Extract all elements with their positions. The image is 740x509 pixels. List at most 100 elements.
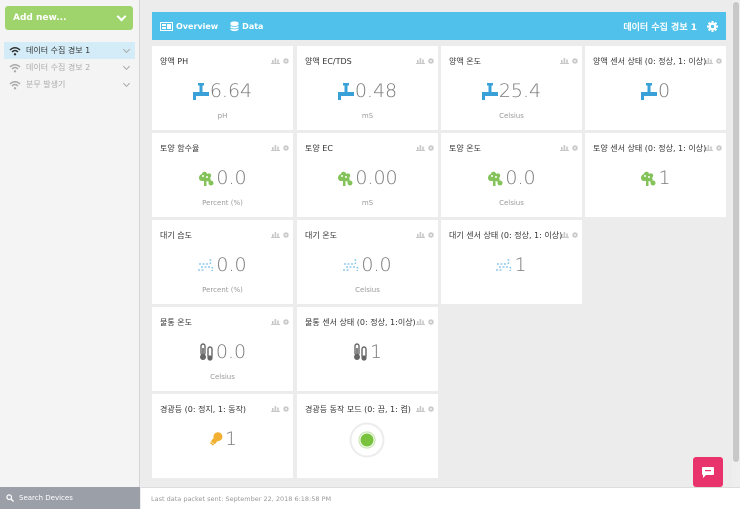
tile-value: 6.64 [209,80,253,102]
bar-chart-icon[interactable] [416,310,425,329]
bar-chart-icon[interactable] [416,397,425,416]
device-label: 데이터 수집 경보 2 [26,63,91,72]
widget-tile: 대기 온도 0.0 Celsius [297,220,438,304]
scrollbar-thumb[interactable] [733,2,739,462]
pipe-icon [481,82,499,100]
gear-icon[interactable] [283,223,289,242]
tile-value-row: 0 [585,80,726,102]
bar-chart-icon[interactable] [271,49,280,68]
tile-title: 토양 함수율 [160,144,200,153]
tile-value: 0.0 [505,167,536,189]
bar-chart-icon[interactable] [271,310,280,329]
tile-controls [271,310,289,329]
tile-title: 경광등 동작 모드 (0: 끔, 1: 켬) [305,405,411,414]
tile-value: 1 [224,428,238,450]
chevron-down-icon[interactable] [122,62,131,70]
gear-icon[interactable] [572,136,578,155]
tile-title: 대기 온도 [305,231,337,240]
tile-controls [560,136,578,155]
tile-unit: mS [361,112,374,120]
bar-chart-icon[interactable] [560,49,569,68]
tile-controls [560,223,578,242]
pipe-icon [192,82,210,100]
device-label: 데이터 수집 경보 1 [26,46,91,55]
chevron-down-icon[interactable] [122,45,131,53]
tile-value-row: 0.0 [297,254,438,276]
tile-controls [704,49,722,68]
bar-chart-icon[interactable] [416,136,425,155]
tile-controls [560,49,578,68]
tab-data[interactable]: Data [230,20,263,32]
widget-tile: 토양 함수율 0.0 Percent (%) [152,133,293,217]
tile-unit: Celsius [499,199,524,207]
chevron-down-icon[interactable] [122,79,131,87]
widget-tile: 토양 EC 0.00 mS [297,133,438,217]
gear-icon[interactable] [716,49,722,68]
pipe-icon [337,82,355,100]
tile-value-row[interactable] [297,422,438,458]
tile-controls [416,397,434,416]
gear-icon[interactable] [716,136,722,155]
search-devices-label: Search Devices [19,494,73,502]
scrollbar[interactable] [732,0,740,487]
widget-tile: 경광등 동작 모드 (0: 끔, 1: 켬) [297,394,438,478]
tile-controls [704,136,722,155]
tile-value: 0.0 [216,254,247,276]
chevron-down-icon [116,11,127,21]
tile-controls [271,223,289,242]
wifi-icon [9,80,21,89]
search-devices-button[interactable]: Search Devices [0,487,140,509]
tile-unit: pH [217,112,228,120]
gear-icon[interactable] [572,49,578,68]
gear-icon[interactable] [283,310,289,329]
add-new-label: Add new... [13,13,67,23]
gear-icon[interactable] [428,310,434,329]
bar-chart-icon[interactable] [560,136,569,155]
gear-icon[interactable] [428,223,434,242]
gear-icon[interactable] [428,397,434,416]
tile-value-row: 1 [297,341,438,363]
widget-tile: 물통 센서 상태 (0: 정상, 1:이상) 1 [297,307,438,391]
tile-controls [271,397,289,416]
bar-chart-icon[interactable] [416,223,425,242]
gear-icon[interactable] [428,136,434,155]
bar-chart-icon[interactable] [271,136,280,155]
device-header: Overview Data 데이터 수집 경보 1 [152,12,726,40]
tile-controls [271,136,289,155]
gear-icon[interactable] [707,20,718,32]
wifi-icon [9,46,21,55]
device-item[interactable]: 데이터 수집 경보 1 [4,42,135,59]
search-icon [6,494,14,502]
tile-title: 대기 센서 상태 (0: 정상, 1: 이상) [449,231,563,240]
tile-value-row: 1 [441,254,582,276]
wind-icon [198,259,216,271]
tab-overview[interactable]: Overview [160,21,219,31]
gear-icon[interactable] [572,223,578,242]
gear-icon[interactable] [428,49,434,68]
widget-tile: 토양 센서 상태 (0: 정상, 1: 이상) 1 [585,133,726,217]
device-item[interactable]: 데이터 수집 경보 2 [4,59,135,76]
bar-chart-icon[interactable] [271,223,280,242]
bar-chart-icon[interactable] [416,49,425,68]
chat-button[interactable] [693,457,723,487]
tile-value-row: 0.0 [441,167,582,189]
tile-title: 대기 습도 [160,231,192,240]
status-footer: Last data packet sent: September 22, 201… [141,487,740,509]
tile-value: 1 [514,254,527,276]
gear-icon[interactable] [283,49,289,68]
tile-value: 1 [658,167,671,189]
add-new-button[interactable]: Add new... [5,6,133,30]
tab-overview-label: Overview [176,21,219,31]
tile-value: 1 [369,341,383,363]
wind-icon [343,259,361,271]
widget-tile: 양액 PH 6.64 pH [152,46,293,130]
pipe-icon [640,82,658,100]
device-item[interactable]: 분무 발생기 [4,76,135,93]
gear-icon[interactable] [283,397,289,416]
tile-value: 0.48 [354,80,398,102]
widget-tile: 양액 EC/TDS 0.48 mS [297,46,438,130]
plant-icon [487,171,505,186]
bar-chart-icon[interactable] [271,397,280,416]
tile-value-row: 0.48 [297,80,438,102]
gear-icon[interactable] [283,136,289,155]
